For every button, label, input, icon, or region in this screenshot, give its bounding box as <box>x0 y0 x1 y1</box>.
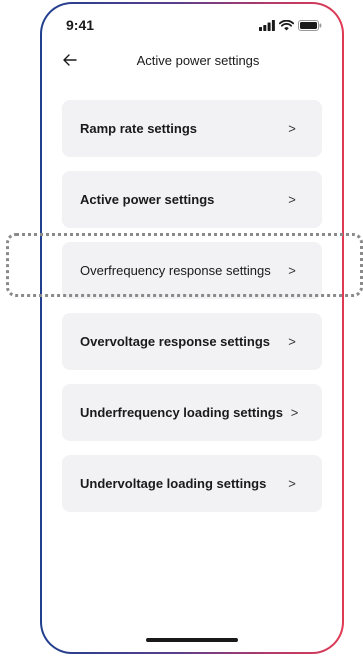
chevron-right-icon: > <box>288 334 296 349</box>
page-title: Active power settings <box>136 53 260 68</box>
menu-item-underfrequency-loading-settings[interactable]: Underfrequency loading settings > <box>62 384 322 441</box>
menu-item-label: Overfrequency response settings <box>80 263 271 278</box>
phone-screen: 9:41 Active power settings Ramp rate set… <box>42 4 342 652</box>
chevron-right-icon: > <box>288 476 296 491</box>
menu-item-active-power-settings[interactable]: Active power settings > <box>62 171 322 228</box>
settings-menu-list: Ramp rate settings > Active power settin… <box>62 100 322 526</box>
menu-item-label: Undervoltage loading settings <box>80 476 267 491</box>
wifi-icon <box>279 20 294 31</box>
menu-item-label: Ramp rate settings <box>80 121 198 136</box>
chevron-right-icon: > <box>290 405 299 420</box>
chevron-right-icon: > <box>288 192 296 207</box>
menu-item-label: Overvoltage response settings <box>80 334 271 349</box>
chevron-right-icon: > <box>288 121 296 136</box>
status-icons <box>259 20 322 31</box>
battery-icon <box>298 20 322 31</box>
menu-item-ramp-rate-settings[interactable]: Ramp rate settings > <box>62 100 322 157</box>
menu-item-label: Active power settings <box>80 192 215 207</box>
chevron-right-icon: > <box>288 263 296 278</box>
phone-frame: 9:41 Active power settings Ramp rate set… <box>40 2 344 654</box>
menu-item-overvoltage-response-settings[interactable]: Overvoltage response settings > <box>62 313 322 370</box>
stage: 9:41 Active power settings Ramp rate set… <box>0 0 363 657</box>
status-bar: 9:41 <box>42 4 342 44</box>
home-indicator <box>146 638 238 642</box>
signal-icon <box>259 20 275 31</box>
status-time: 9:41 <box>66 17 95 33</box>
nav-header: Active power settings <box>42 48 342 76</box>
menu-item-overfrequency-response-settings[interactable]: Overfrequency response settings > <box>62 242 322 299</box>
menu-item-undervoltage-loading-settings[interactable]: Undervoltage loading settings > <box>62 455 322 512</box>
menu-item-label: Underfrequency loading settings <box>80 405 283 420</box>
